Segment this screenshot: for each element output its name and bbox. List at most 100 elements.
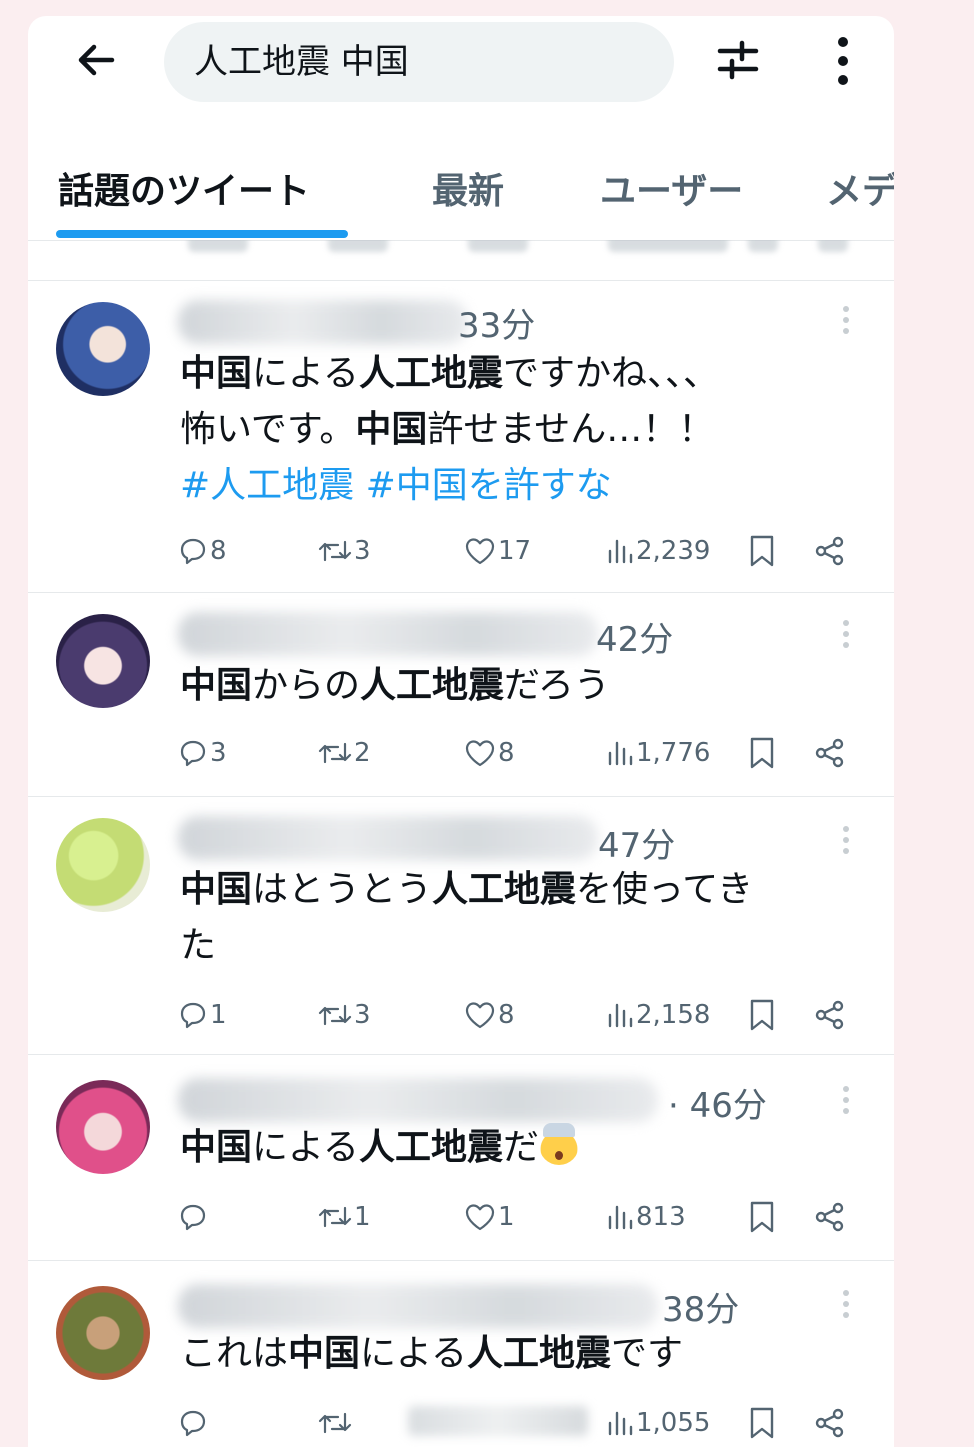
retweet-button[interactable]: 1 [318, 1196, 371, 1236]
text-segment: による [252, 1127, 359, 1168]
tweet-line: 中国はとうとう人工地震を使ってき [180, 862, 860, 918]
tweet-text: 中国はとうとう人工地震を使ってき た [180, 862, 860, 974]
avatar[interactable] [56, 614, 150, 708]
bookmark-button[interactable] [748, 994, 776, 1034]
keyword-bold: 中国 [180, 665, 253, 706]
tab-latest[interactable]: 最新 [432, 162, 504, 214]
keyword-bold: 人工地震 [360, 665, 505, 706]
keyword-bold: 中国 [288, 1333, 361, 1374]
tweet-card[interactable]: 33分 中国による人工地震ですかね、、、 怖いです。中国許せません…！！ #人工… [28, 280, 894, 593]
tweet-actions: 3 2 8 1,776 [178, 732, 858, 772]
tweet-actions: 8 3 17 2,239 [178, 530, 858, 570]
views-button[interactable]: 813 [606, 1196, 686, 1236]
reply-button[interactable]: 3 [178, 732, 227, 772]
avatar[interactable] [56, 1286, 150, 1380]
reply-icon [180, 1002, 206, 1028]
tweet-more-icon[interactable] [840, 620, 852, 654]
retweet-button[interactable] [318, 1402, 354, 1442]
text-segment: だろう [504, 665, 610, 706]
share-button[interactable] [814, 1196, 846, 1236]
search-input[interactable]: 人工地震 中国 [164, 22, 674, 102]
app-window: 人工地震 中国 話題のツイート 最新 ユーザー メデ 33分 中国による人工地震… [28, 16, 894, 1447]
reply-button[interactable] [178, 1196, 210, 1236]
reply-button[interactable]: 8 [178, 530, 227, 570]
views-button[interactable]: 1,055 [606, 1402, 710, 1442]
active-tab-indicator [56, 230, 348, 238]
tab-media[interactable]: メデ [826, 162, 894, 214]
bookmark-icon [750, 1407, 774, 1438]
avatar[interactable] [56, 302, 150, 396]
author-name-blurred[interactable] [178, 612, 598, 656]
reply-button[interactable]: 1 [178, 994, 227, 1034]
retweet-count: 2 [354, 737, 371, 768]
avatar[interactable] [56, 818, 150, 912]
views-icon [608, 1003, 633, 1027]
like-button[interactable]: 17 [464, 530, 531, 570]
tweet-line: 怖いです。中国許せません…！！ [180, 402, 860, 458]
tweet-line: 中国からの人工地震だろう [180, 658, 860, 714]
reply-count: 1 [210, 999, 227, 1030]
tweet-more-icon[interactable] [840, 306, 852, 340]
tweet-more-icon[interactable] [840, 1290, 852, 1324]
reply-icon [180, 1410, 206, 1436]
like-button[interactable]: 8 [464, 732, 515, 772]
filter-sliders-icon[interactable] [714, 36, 762, 84]
view-count: 813 [636, 1201, 686, 1232]
partial-previous-tweet [28, 240, 894, 281]
keyword-bold: 中国 [180, 353, 253, 394]
like-button[interactable]: 1 [464, 1196, 515, 1236]
like-count: 8 [498, 737, 515, 768]
author-name-blurred[interactable] [178, 1284, 658, 1328]
tweet-line: 中国による人工地震だ [180, 1120, 860, 1176]
text-segment: た [180, 925, 217, 966]
like-button[interactable]: 8 [464, 994, 515, 1034]
views-button[interactable]: 2,239 [606, 530, 710, 570]
text-segment: これは [180, 1333, 289, 1374]
views-icon [608, 1411, 633, 1435]
bookmark-button[interactable] [748, 530, 776, 570]
tab-users[interactable]: ユーザー [600, 162, 743, 214]
author-name-blurred[interactable] [178, 1078, 658, 1122]
tab-top-tweets[interactable]: 話題のツイート [58, 162, 310, 214]
views-button[interactable]: 2,158 [606, 994, 710, 1034]
share-button[interactable] [814, 530, 846, 570]
back-arrow-icon[interactable] [72, 36, 120, 84]
tweet-more-icon[interactable] [840, 826, 852, 860]
tweet-card[interactable]: 47分 中国はとうとう人工地震を使ってき た 1 3 8 2,158 [28, 796, 894, 1055]
retweet-button[interactable]: 3 [318, 530, 371, 570]
more-options-icon[interactable] [828, 34, 858, 88]
view-count: 1,776 [636, 737, 711, 768]
share-button[interactable] [814, 732, 846, 772]
blurred-counts [408, 1406, 588, 1436]
bookmark-button[interactable] [748, 1402, 776, 1442]
share-button[interactable] [814, 1402, 846, 1442]
like-count: 17 [498, 535, 532, 566]
author-name-blurred[interactable] [178, 816, 598, 860]
views-icon [608, 1205, 633, 1229]
reply-icon [180, 538, 206, 564]
retweet-button[interactable]: 3 [318, 994, 371, 1034]
retweet-button[interactable]: 2 [318, 732, 371, 772]
tweet-card[interactable]: 42分 中国からの人工地震だろう 3 2 8 1,776 [28, 592, 894, 797]
bookmark-button[interactable] [748, 732, 776, 772]
keyword-bold: 中国 [180, 1127, 253, 1168]
tweet-card[interactable]: 38分 これは中国による人工地震です 1,055 [28, 1260, 894, 1447]
hashtag-links[interactable]: #人工地震 #中国を許すな [180, 458, 860, 514]
keyword-bold: 人工地震 [358, 1127, 503, 1168]
reply-button[interactable] [178, 1402, 210, 1442]
bookmark-icon [750, 1201, 774, 1232]
avatar[interactable] [56, 1080, 150, 1174]
text-segment: ですかね、、、 [502, 353, 719, 394]
views-button[interactable]: 1,776 [606, 732, 710, 772]
tweet-card[interactable]: · 46分 中国による人工地震だ 1 1 813 [28, 1054, 894, 1261]
text-segment: を使ってき [576, 869, 754, 910]
text-segment: による [252, 353, 359, 394]
bookmark-button[interactable] [748, 1196, 776, 1236]
retweet-count: 1 [354, 1201, 371, 1232]
tweet-more-icon[interactable] [840, 1086, 852, 1120]
heart-icon [465, 1001, 495, 1028]
share-icon [815, 1000, 844, 1029]
author-name-blurred[interactable] [178, 300, 468, 344]
like-count: 8 [498, 999, 515, 1030]
share-button[interactable] [814, 994, 846, 1034]
